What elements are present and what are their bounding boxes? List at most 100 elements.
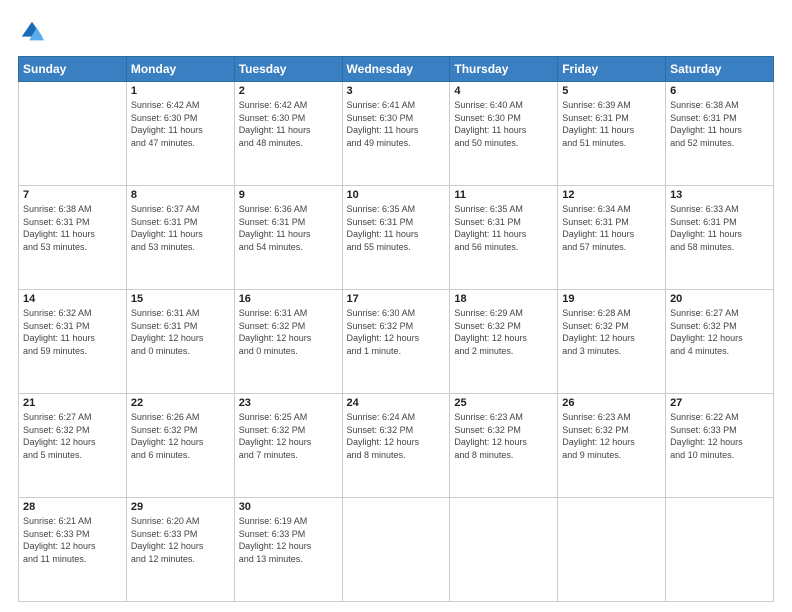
day-number: 29 [131,501,230,513]
calendar-cell: 17 Sunrise: 6:30 AMSunset: 6:32 PMDayligh… [342,290,450,394]
day-number: 4 [454,85,553,97]
day-number: 9 [239,189,338,201]
col-thursday: Thursday [450,57,558,82]
col-tuesday: Tuesday [234,57,342,82]
calendar-cell: 11 Sunrise: 6:35 AMSunset: 6:31 PMDayligh… [450,186,558,290]
day-info: Sunrise: 6:22 AMSunset: 6:33 PMDaylight:… [670,411,769,461]
calendar-cell: 29Sunrise: 6:20 AMSunset: 6:33 PMDayligh… [126,498,234,602]
page: Sunday Monday Tuesday Wednesday Thursday… [0,0,792,612]
calendar-cell: 4 Sunrise: 6:40 AMSunset: 6:30 PMDaylight… [450,82,558,186]
day-info: Sunrise: 6:32 AMSunset: 6:31 PMDaylight:… [23,307,122,357]
week-row-4: 28 Sunrise: 6:21 AMSunset: 6:33 PMDayligh… [19,498,774,602]
header [18,18,774,46]
day-info: Sunrise: 6:21 AMSunset: 6:33 PMDaylight:… [23,515,122,565]
calendar-table: Sunday Monday Tuesday Wednesday Thursday… [18,56,774,602]
day-info: Sunrise: 6:42 AMSunset: 6:30 PMDaylight:… [239,99,338,149]
day-info: Sunrise: 6:36 AMSunset: 6:31 PMDaylight:… [239,203,338,253]
day-number: 8 [131,189,230,201]
calendar-cell: 16 Sunrise: 6:31 AMSunset: 6:32 PMDayligh… [234,290,342,394]
day-number: 19 [562,293,661,305]
day-number: 27 [670,397,769,409]
calendar-cell [19,82,127,186]
week-row-3: 21 Sunrise: 6:27 AMSunset: 6:32 PMDayligh… [19,394,774,498]
calendar-cell: 12 Sunrise: 6:34 AMSunset: 6:31 PMDayligh… [558,186,666,290]
day-number: 5 [562,85,661,97]
day-number: 12 [562,189,661,201]
day-number: 7 [23,189,122,201]
calendar-cell: 1 Sunrise: 6:42 AMSunset: 6:30 PMDaylight… [126,82,234,186]
day-info: Sunrise: 6:33 AMSunset: 6:31 PMDaylight:… [670,203,769,253]
calendar-cell: 6 Sunrise: 6:38 AMSunset: 6:31 PMDaylight… [666,82,774,186]
day-info: Sunrise: 6:38 AMSunset: 6:31 PMDaylight:… [670,99,769,149]
calendar-cell: 8 Sunrise: 6:37 AMSunset: 6:31 PMDaylight… [126,186,234,290]
col-monday: Monday [126,57,234,82]
day-info: Sunrise: 6:19 AMSunset: 6:33 PMDaylight:… [239,515,338,565]
calendar-cell [666,498,774,602]
day-number: 22 [131,397,230,409]
day-number: 25 [454,397,553,409]
day-info: Sunrise: 6:23 AMSunset: 6:32 PMDaylight:… [562,411,661,461]
calendar-cell: 21 Sunrise: 6:27 AMSunset: 6:32 PMDayligh… [19,394,127,498]
col-sunday: Sunday [19,57,127,82]
day-number: 16 [239,293,338,305]
day-number: 1 [131,85,230,97]
calendar-cell: 22 Sunrise: 6:26 AMSunset: 6:32 PMDayligh… [126,394,234,498]
day-info: Sunrise: 6:23 AMSunset: 6:32 PMDaylight:… [454,411,553,461]
calendar-cell: 27 Sunrise: 6:22 AMSunset: 6:33 PMDayligh… [666,394,774,498]
day-info: Sunrise: 6:26 AMSunset: 6:32 PMDaylight:… [131,411,230,461]
day-number: 6 [670,85,769,97]
calendar-cell: 18 Sunrise: 6:29 AMSunset: 6:32 PMDayligh… [450,290,558,394]
day-info: Sunrise: 6:29 AMSunset: 6:32 PMDaylight:… [454,307,553,357]
day-number: 11 [454,189,553,201]
day-info: Sunrise: 6:39 AMSunset: 6:31 PMDaylight:… [562,99,661,149]
calendar-cell: 9 Sunrise: 6:36 AMSunset: 6:31 PMDaylight… [234,186,342,290]
day-info: Sunrise: 6:41 AMSunset: 6:30 PMDaylight:… [347,99,446,149]
day-info: Sunrise: 6:27 AMSunset: 6:32 PMDaylight:… [670,307,769,357]
calendar-cell: 7 Sunrise: 6:38 AMSunset: 6:31 PMDaylight… [19,186,127,290]
day-number: 3 [347,85,446,97]
calendar-cell: 26 Sunrise: 6:23 AMSunset: 6:32 PMDayligh… [558,394,666,498]
calendar-cell: 13 Sunrise: 6:33 AMSunset: 6:31 PMDayligh… [666,186,774,290]
day-info: Sunrise: 6:40 AMSunset: 6:30 PMDaylight:… [454,99,553,149]
day-number: 13 [670,189,769,201]
logo-icon [18,18,46,46]
day-number: 28 [23,501,122,513]
col-wednesday: Wednesday [342,57,450,82]
day-info: Sunrise: 6:28 AMSunset: 6:32 PMDaylight:… [562,307,661,357]
day-info: Sunrise: 6:24 AMSunset: 6:32 PMDaylight:… [347,411,446,461]
calendar-cell: 24Sunrise: 6:24 AMSunset: 6:32 PMDayligh… [342,394,450,498]
day-number: 23 [239,397,338,409]
day-number: 26 [562,397,661,409]
day-number: 17 [347,293,446,305]
calendar-cell: 25 Sunrise: 6:23 AMSunset: 6:32 PMDayligh… [450,394,558,498]
day-number: 15 [131,293,230,305]
calendar-cell: 5 Sunrise: 6:39 AMSunset: 6:31 PMDaylight… [558,82,666,186]
day-info: Sunrise: 6:30 AMSunset: 6:32 PMDaylight:… [347,307,446,357]
day-info: Sunrise: 6:35 AMSunset: 6:31 PMDaylight:… [454,203,553,253]
calendar-cell: 15 Sunrise: 6:31 AMSunset: 6:31 PMDayligh… [126,290,234,394]
calendar-cell: 2 Sunrise: 6:42 AMSunset: 6:30 PMDaylight… [234,82,342,186]
calendar-cell: 14 Sunrise: 6:32 AMSunset: 6:31 PMDayligh… [19,290,127,394]
day-number: 10 [347,189,446,201]
day-info: Sunrise: 6:27 AMSunset: 6:32 PMDaylight:… [23,411,122,461]
day-info: Sunrise: 6:38 AMSunset: 6:31 PMDaylight:… [23,203,122,253]
day-info: Sunrise: 6:34 AMSunset: 6:31 PMDaylight:… [562,203,661,253]
day-number: 21 [23,397,122,409]
col-saturday: Saturday [666,57,774,82]
week-row-1: 7 Sunrise: 6:38 AMSunset: 6:31 PMDaylight… [19,186,774,290]
day-info: Sunrise: 6:35 AMSunset: 6:31 PMDaylight:… [347,203,446,253]
day-info: Sunrise: 6:31 AMSunset: 6:32 PMDaylight:… [239,307,338,357]
day-info: Sunrise: 6:42 AMSunset: 6:30 PMDaylight:… [131,99,230,149]
day-number: 2 [239,85,338,97]
day-number: 18 [454,293,553,305]
week-row-2: 14 Sunrise: 6:32 AMSunset: 6:31 PMDayligh… [19,290,774,394]
logo [18,18,50,46]
day-info: Sunrise: 6:37 AMSunset: 6:31 PMDaylight:… [131,203,230,253]
day-number: 20 [670,293,769,305]
day-info: Sunrise: 6:31 AMSunset: 6:31 PMDaylight:… [131,307,230,357]
day-number: 14 [23,293,122,305]
day-number: 30 [239,501,338,513]
calendar-cell: 28 Sunrise: 6:21 AMSunset: 6:33 PMDayligh… [19,498,127,602]
calendar-cell [558,498,666,602]
week-row-0: 1 Sunrise: 6:42 AMSunset: 6:30 PMDaylight… [19,82,774,186]
